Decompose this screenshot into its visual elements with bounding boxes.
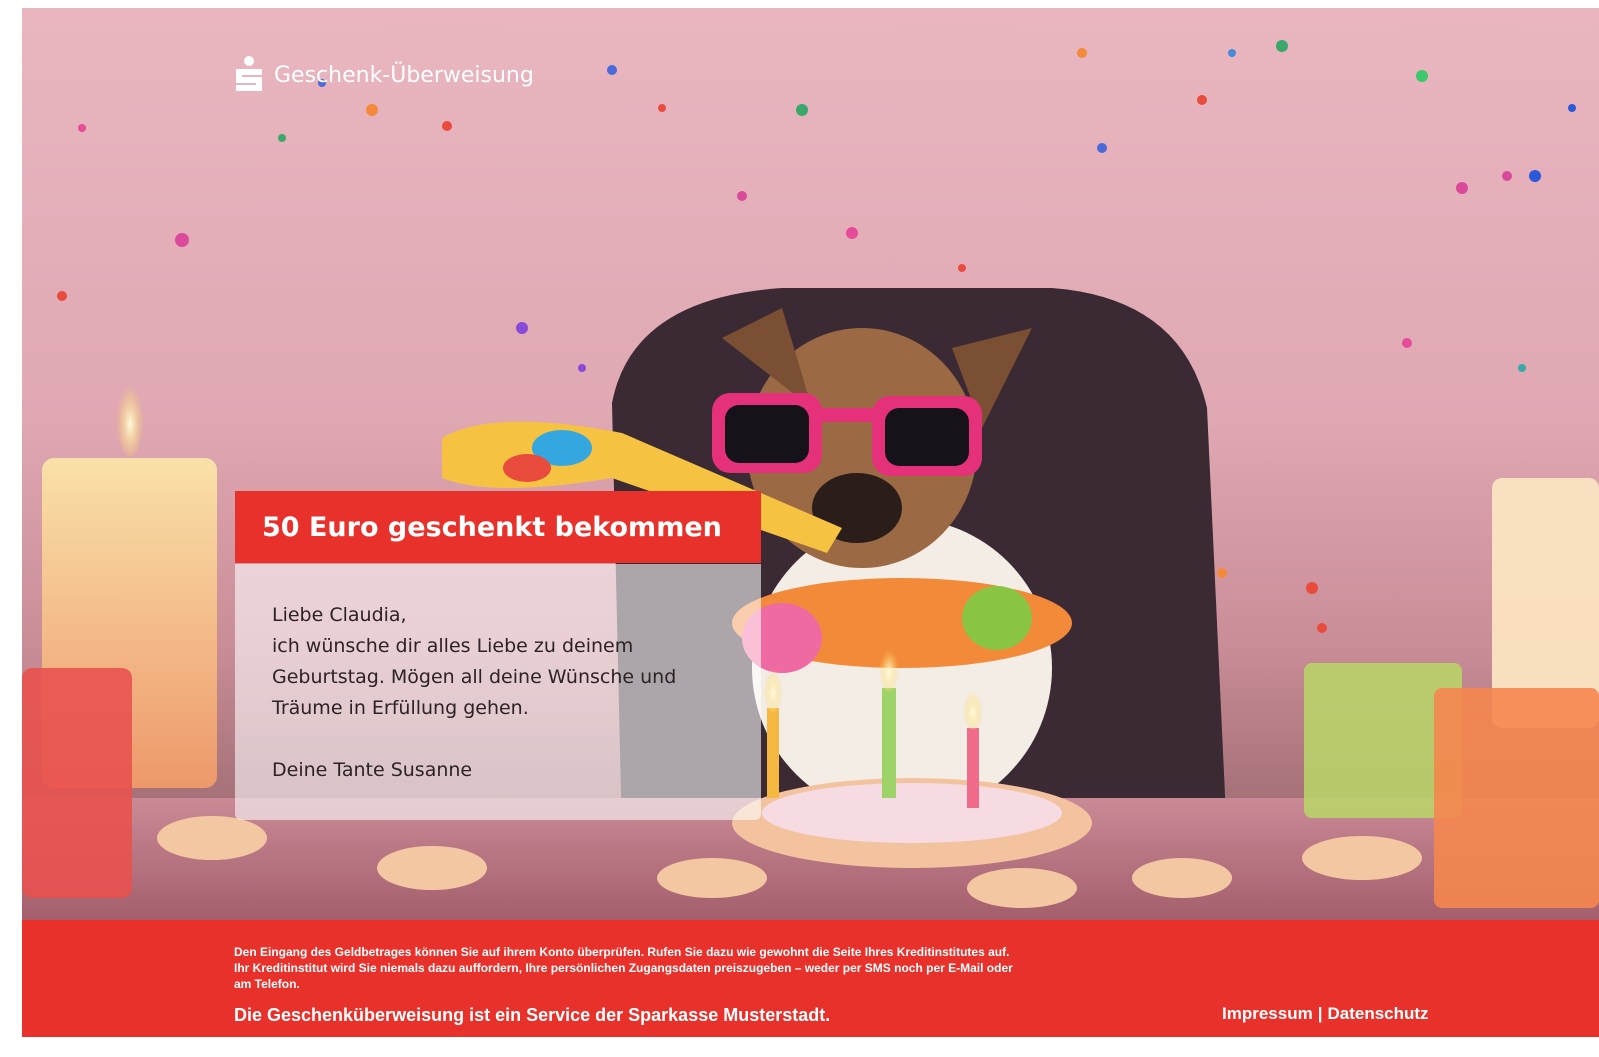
greeting-line: Liebe Claudia, bbox=[272, 604, 407, 626]
brand-title: Geschenk-Überweisung bbox=[274, 62, 534, 88]
datenschutz-link[interactable]: Datenschutz bbox=[1327, 1004, 1428, 1023]
message-line: Träume in Erfüllung gehen. bbox=[272, 697, 529, 719]
footer: Den Eingang des Geldbetrages können Sie … bbox=[22, 920, 1599, 1037]
security-notice: Den Eingang des Geldbetrages können Sie … bbox=[234, 944, 1134, 992]
gift-headline: 50 Euro geschenkt bekommen bbox=[235, 491, 761, 563]
message-line: ich wünsche dir alles Liebe zu deinem bbox=[272, 635, 634, 657]
greeting-card: Liebe Claudia, ich wünsche dir alles Lie… bbox=[235, 564, 761, 820]
brand-header: Geschenk-Überweisung bbox=[234, 56, 534, 94]
message-line: Geburtstag. Mögen all deine Wünsche und bbox=[272, 666, 677, 688]
service-statement: Die Geschenküberweisung ist ein Service … bbox=[234, 1005, 831, 1025]
link-separator: | bbox=[1317, 1004, 1323, 1023]
notice-line: Ihr Kreditinstitut wird Sie niemals dazu… bbox=[234, 961, 1013, 975]
footer-links: Impressum | Datenschutz bbox=[1222, 1004, 1429, 1024]
notice-line: am Telefon. bbox=[234, 977, 300, 991]
hero-image: Geschenk-Überweisung 50 Euro geschenkt b… bbox=[22, 8, 1599, 920]
signature-line: Deine Tante Susanne bbox=[272, 759, 473, 781]
notice-line: Den Eingang des Geldbetrages können Sie … bbox=[234, 945, 1010, 959]
impressum-link[interactable]: Impressum bbox=[1222, 1004, 1313, 1023]
sparkasse-s-logo-icon bbox=[236, 56, 262, 91]
